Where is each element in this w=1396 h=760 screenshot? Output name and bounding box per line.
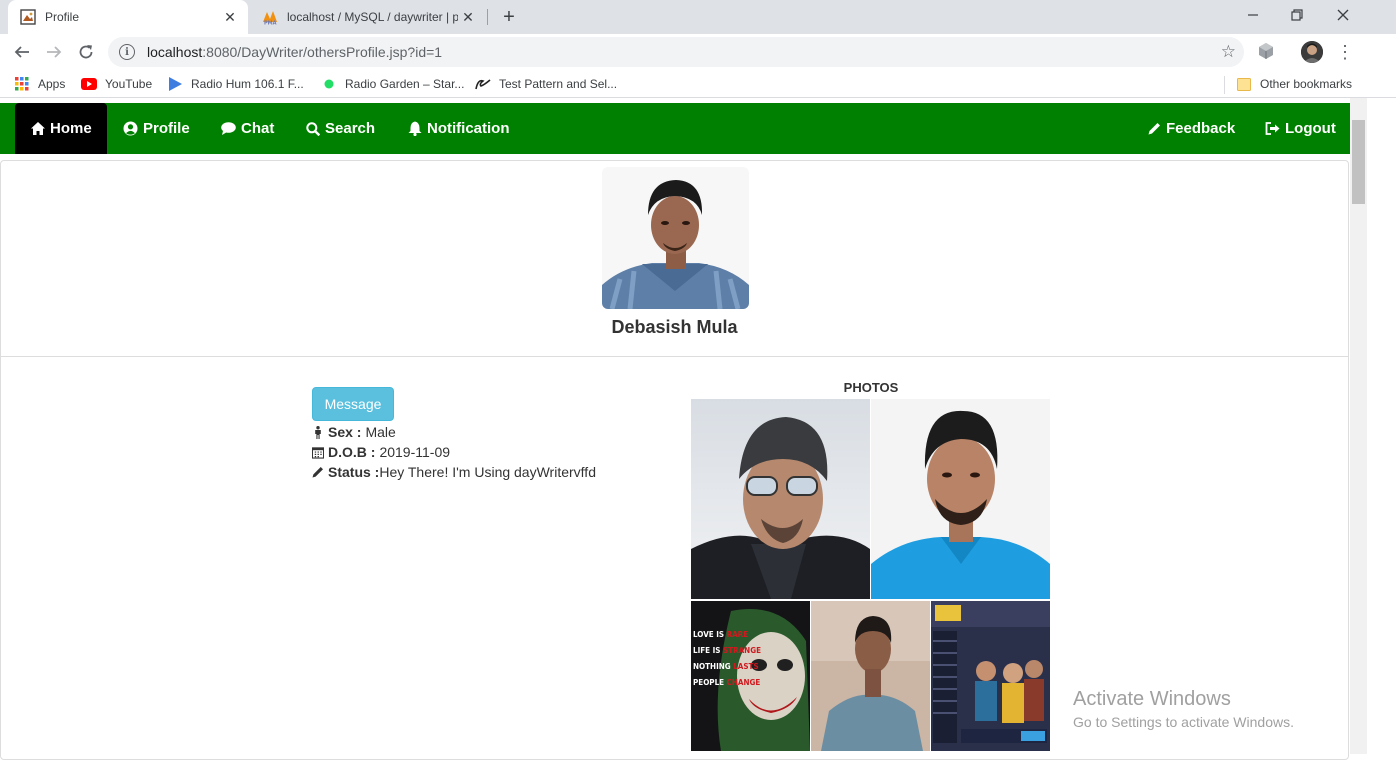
pencil-icon: [1148, 122, 1161, 135]
green-dot-icon: [321, 76, 337, 92]
svg-text:PMA: PMA: [264, 21, 277, 26]
photo-thumbnail[interactable]: [691, 399, 870, 599]
play-triangle-icon: [167, 76, 183, 92]
bookmark-label: Test Pattern and Sel...: [499, 77, 618, 91]
youtube-icon: [81, 76, 97, 92]
nav-feedback-label: Feedback: [1166, 120, 1236, 137]
photo-thumbnail[interactable]: LOVE IS RARE LIFE IS STRANGE NOTHING LAS…: [691, 601, 810, 751]
extension-cube-icon[interactable]: [1257, 42, 1275, 60]
address-bar[interactable]: i localhost:8080/DayWriter/othersProfile…: [108, 37, 1244, 67]
status-label: Status :: [328, 464, 380, 480]
bookmark-label: YouTube: [105, 77, 153, 91]
logout-icon: [1265, 122, 1280, 135]
nav-logout[interactable]: Logout: [1265, 103, 1336, 154]
reload-icon[interactable]: [72, 38, 100, 66]
nav-logout-label: Logout: [1285, 120, 1336, 137]
new-tab-icon[interactable]: +: [497, 5, 521, 29]
nav-chat-label: Chat: [241, 120, 275, 137]
home-icon: [31, 122, 45, 135]
site-info-icon[interactable]: i: [119, 44, 135, 60]
browser-menu-icon[interactable]: ⋮: [1335, 41, 1355, 63]
message-button[interactable]: Message: [312, 387, 394, 421]
nav-search-label: Search: [325, 120, 376, 137]
chat-bubble-icon: [221, 122, 236, 135]
browser-toolbar: i localhost:8080/DayWriter/othersProfile…: [0, 34, 1396, 70]
nav-chat[interactable]: Chat: [221, 103, 274, 154]
status-row: Status : Hey There! I'm Using dayWriterv…: [312, 464, 596, 480]
nav-home[interactable]: Home: [15, 103, 107, 154]
photo-thumbnail[interactable]: [931, 601, 1050, 751]
profile-avatar-image: [602, 167, 749, 309]
pencil-icon: [312, 466, 324, 478]
photos-heading: PHOTOS: [843, 380, 899, 395]
activate-title: Activate Windows: [1073, 688, 1231, 710]
phpmyadmin-favicon-icon: PMA: [262, 9, 278, 25]
search-icon: [306, 121, 320, 136]
dob-label: D.O.B :: [328, 444, 376, 460]
close-window-icon[interactable]: [1320, 0, 1366, 30]
close-tab-icon[interactable]: ✕: [458, 7, 478, 27]
sex-row: Sex : Male: [312, 424, 396, 440]
nav-notification[interactable]: Notification: [408, 103, 510, 154]
male-icon: [312, 425, 324, 439]
nav-search[interactable]: Search: [306, 103, 375, 154]
tab-phpmyadmin[interactable]: PMA localhost / MySQL / daywriter | p ✕: [250, 0, 486, 34]
signature-icon: [475, 76, 491, 92]
bookmark-label: Radio Garden – Star...: [345, 77, 465, 91]
minimize-icon[interactable]: [1230, 0, 1276, 30]
windows-activation-watermark: Activate Windows Go to Settings to activ…: [1073, 688, 1294, 730]
bookmark-label: Radio Hum 106.1 F...: [191, 77, 304, 91]
calendar-icon: [312, 446, 324, 459]
bookmark-radio-hum[interactable]: Radio Hum 106.1 F...: [167, 75, 304, 93]
bookmarks-separator: [1224, 76, 1225, 94]
page-favicon-icon: [20, 9, 36, 25]
restore-icon[interactable]: [1274, 0, 1320, 30]
profile-panel: Debasish Mula Message Sex : Male D.O.B :…: [0, 160, 1349, 760]
status-value: Hey There! I'm Using dayWritervffd: [379, 464, 596, 480]
apps-grid-icon: [14, 76, 30, 92]
nav-profile-label: Profile: [143, 120, 190, 137]
scrollbar-thumb[interactable]: [1352, 120, 1365, 204]
bell-icon: [408, 121, 422, 136]
dob-row: D.O.B : 2019-11-09: [312, 444, 450, 460]
other-bookmarks[interactable]: Other bookmarks: [1236, 75, 1352, 93]
activate-subtitle: Go to Settings to activate Windows.: [1073, 714, 1294, 730]
sex-label: Sex :: [328, 424, 362, 440]
nav-home-label: Home: [50, 120, 92, 137]
bookmark-test-pattern[interactable]: Test Pattern and Sel...: [475, 75, 617, 93]
url-text: localhost:8080/DayWriter/othersProfile.j…: [147, 44, 443, 60]
back-icon[interactable]: [8, 38, 36, 66]
bookmarks-bar: Apps YouTube Radio Hum 106.1 F... Radio …: [0, 70, 1396, 98]
bookmark-label: Apps: [38, 77, 66, 91]
nav-profile[interactable]: Profile: [123, 103, 190, 154]
tab-title: localhost / MySQL / daywriter | p: [287, 10, 458, 24]
user-circle-icon: [123, 121, 138, 136]
bookmark-youtube[interactable]: YouTube: [81, 75, 152, 93]
other-bookmarks-label: Other bookmarks: [1260, 77, 1353, 91]
photo-thumbnail[interactable]: [811, 601, 930, 751]
bookmark-apps[interactable]: Apps: [14, 75, 65, 93]
profile-header: Debasish Mula: [1, 161, 1348, 357]
profile-name: Debasish Mula: [611, 317, 738, 337]
bookmark-star-icon[interactable]: ☆: [1221, 42, 1236, 62]
forward-icon[interactable]: [40, 38, 68, 66]
browser-tab-strip: Profile ✕ PMA localhost / MySQL / daywri…: [0, 0, 1396, 34]
folder-icon: [1236, 76, 1252, 92]
bookmark-radio-garden[interactable]: Radio Garden – Star...: [321, 75, 464, 93]
tab-separator: [487, 9, 488, 25]
site-navbar: Home Profile Chat Search Notification Fe…: [0, 103, 1350, 154]
photo-thumbnail[interactable]: [871, 399, 1050, 599]
dob-value: 2019-11-09: [379, 444, 451, 460]
web-page: Home Profile Chat Search Notification Fe…: [0, 98, 1396, 760]
tab-profile[interactable]: Profile ✕: [8, 0, 248, 34]
tab-title: Profile: [45, 10, 80, 24]
nav-feedback[interactable]: Feedback: [1148, 103, 1235, 154]
close-tab-icon[interactable]: ✕: [220, 7, 240, 27]
browser-profile-avatar[interactable]: [1301, 41, 1323, 63]
sex-value: Male: [365, 424, 396, 440]
nav-notification-label: Notification: [427, 120, 510, 137]
